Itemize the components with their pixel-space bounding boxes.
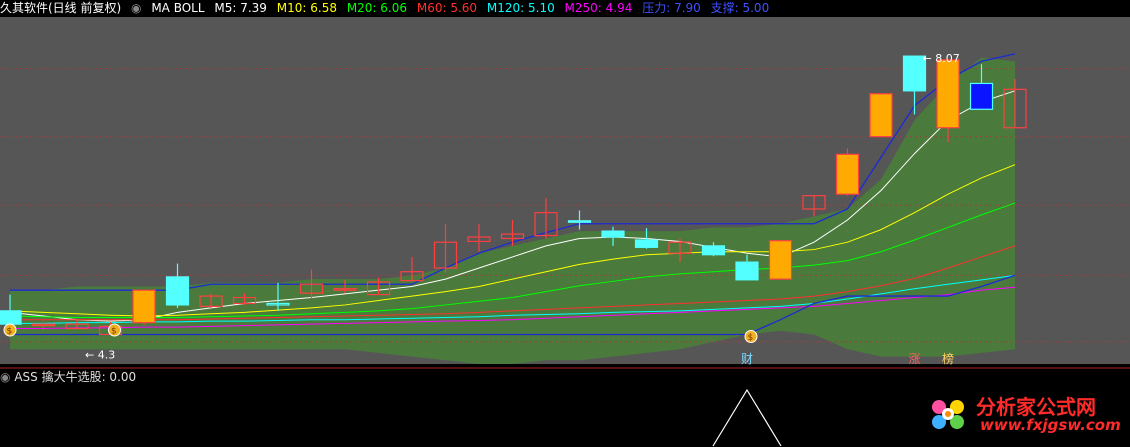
ma20-value: M20: 6.06 [346, 1, 408, 15]
candle-body-22 [735, 261, 759, 281]
indicator-toggle-icon[interactable]: ◉ [131, 1, 141, 15]
candle-body-18 [601, 230, 625, 238]
candle-body-5 [165, 276, 190, 306]
event-tag-0: 财 [741, 352, 753, 366]
candle-body-26 [869, 93, 893, 138]
subpanel-label[interactable]: ASS 擒大牛选股: 0.00 [14, 370, 136, 384]
subpanel-header: ◉ ASS 擒大牛选股: 0.00 [0, 369, 136, 385]
watermark: 分析家公式网 www.fxjgsw.com [924, 389, 1124, 439]
chart-header: 久其软件(日线 前复权) ◉ MA BOLL M5: 7.39 M10: 6.5… [0, 0, 775, 17]
ma10-value: M10: 6.58 [276, 1, 337, 15]
low-price-label: ← 4.3 [85, 348, 115, 361]
candle-body-21 [701, 245, 726, 256]
stock-title[interactable]: 久其软件(日线 前复权) [0, 1, 121, 15]
subpanel-toggle-icon[interactable]: ◉ [0, 370, 10, 384]
event-tag-1: 涨 [909, 351, 921, 366]
coin-marker-glyph: $ [7, 327, 13, 337]
ma5-value: M5: 7.39 [214, 1, 267, 15]
ma250-value: M250: 4.94 [564, 1, 633, 15]
candle-body-25 [835, 153, 860, 195]
indicator-name[interactable]: MA BOLL [151, 1, 204, 15]
candle-body-19 [634, 239, 659, 248]
ma120-value: M120: 5.10 [486, 1, 555, 15]
event-tag-2: 榜 [942, 351, 954, 366]
support-value: 支撑: 5.00 [710, 1, 770, 15]
high-price-label: ← 8.07 [923, 52, 960, 65]
candle-body-28 [936, 59, 960, 129]
coin-marker-glyph: $ [748, 333, 754, 343]
indicator-line [712, 388, 782, 447]
candle-body-23 [768, 240, 793, 280]
candle-body-29 [969, 82, 994, 110]
stock-chart: ← 8.07 ← 4.3 $ $ $ 财 涨 榜 [0, 17, 1130, 447]
coin-marker-glyph: $ [111, 327, 117, 337]
candle-body-17 [567, 220, 592, 223]
ma60-value: M60: 5.60 [416, 1, 478, 15]
watermark-url: www.fxjgsw.com [980, 416, 1121, 434]
candle-body-4 [132, 289, 156, 324]
resistance-value: 压力: 7.90 [642, 1, 701, 15]
candle-body-0 [0, 310, 22, 325]
